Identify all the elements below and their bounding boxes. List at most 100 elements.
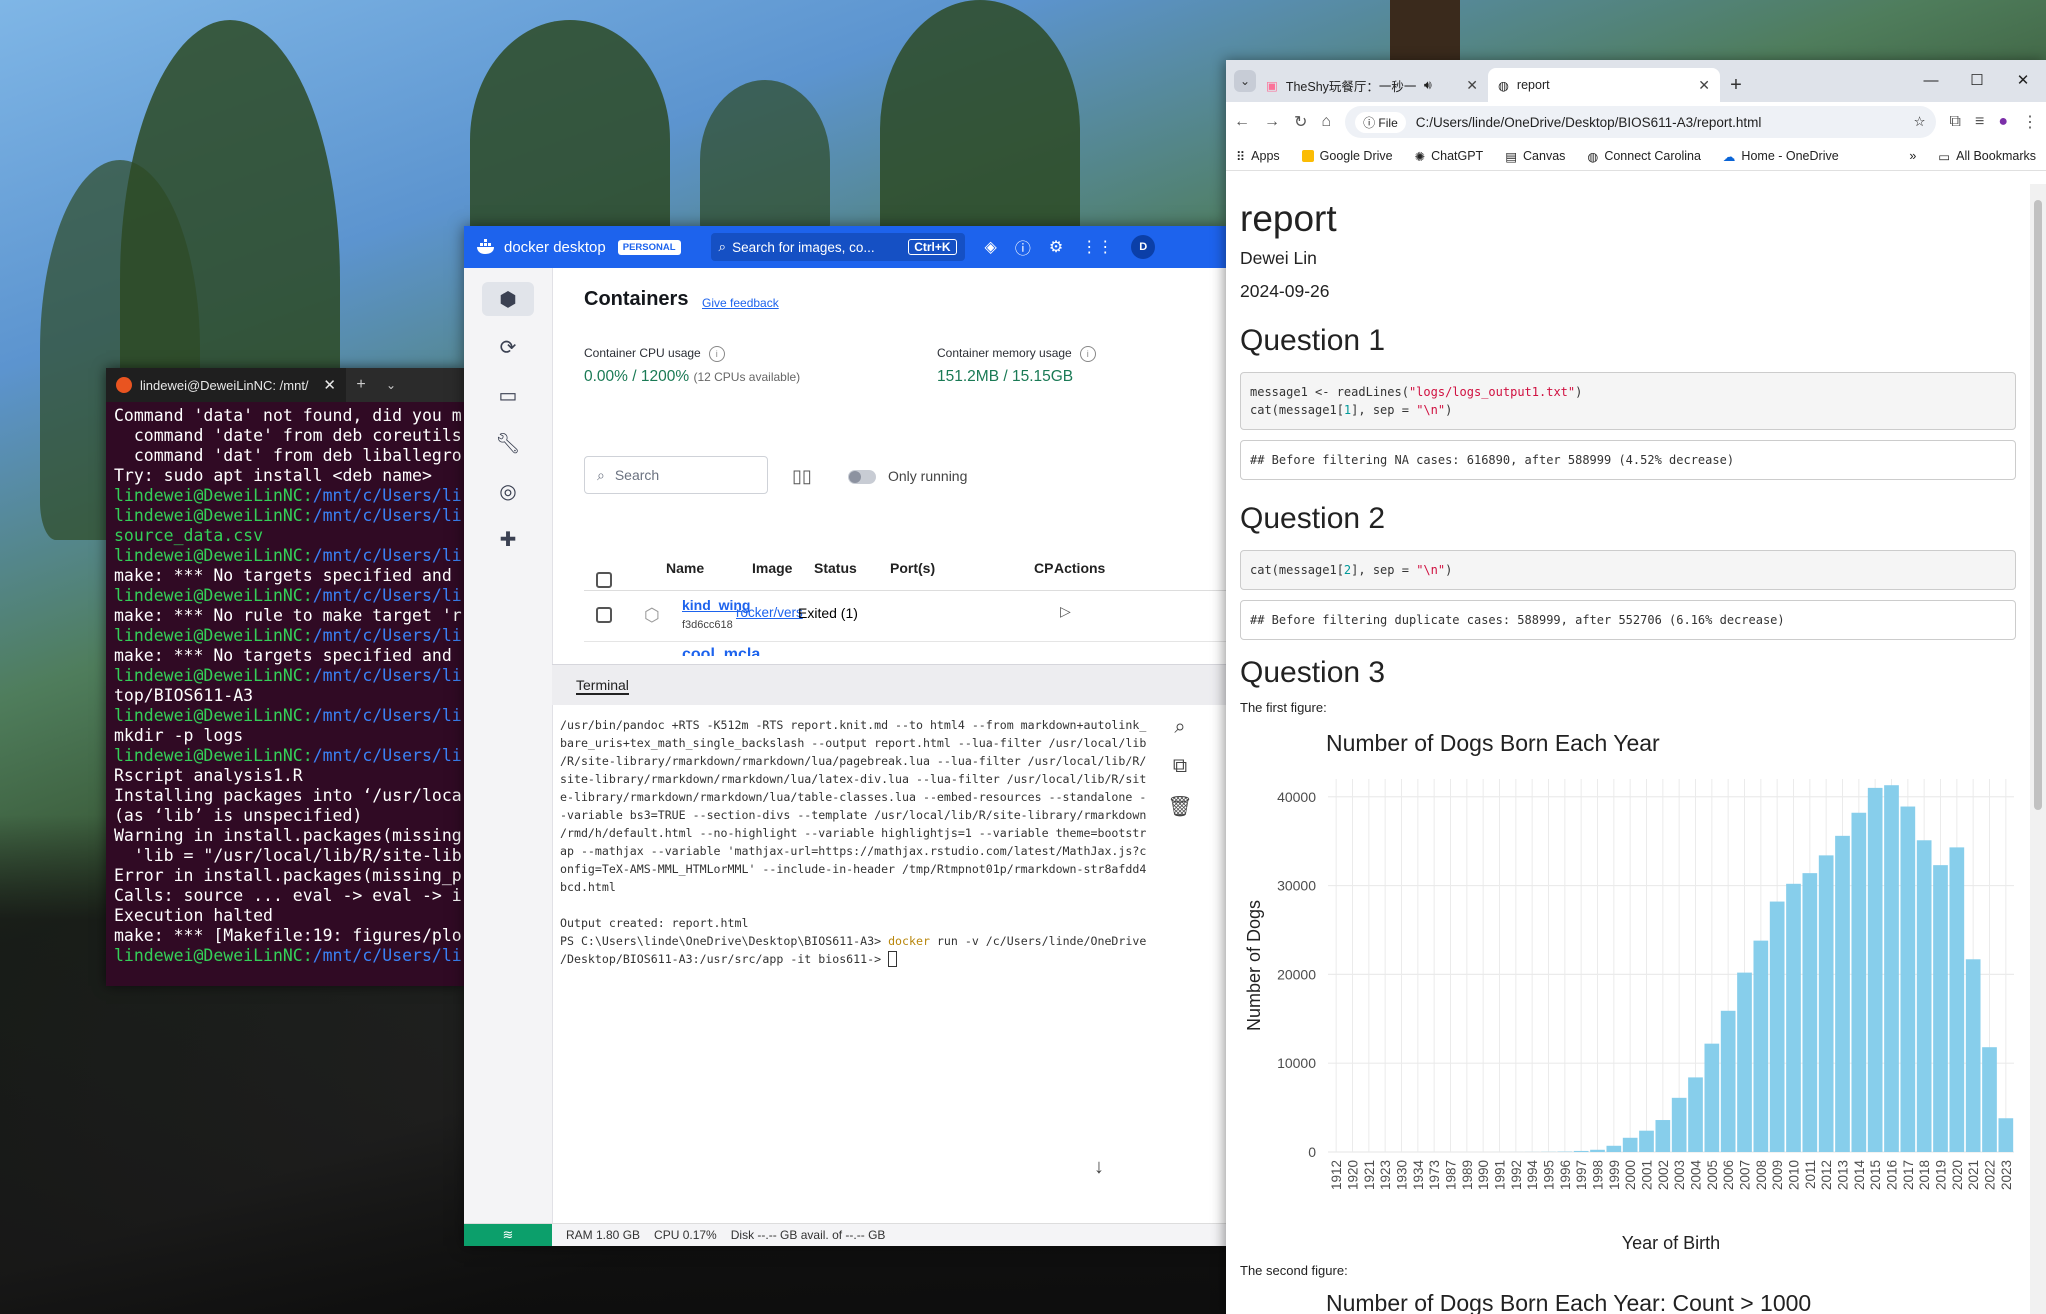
prompt-path: /mnt/c/Users/li <box>312 486 462 505</box>
images-icon[interactable]: ⟳ <box>482 330 534 364</box>
search-icon[interactable]: ⌕ <box>1174 716 1185 739</box>
tab-terminal[interactable]: Terminal <box>576 677 629 695</box>
close-icon[interactable]: ✕ <box>1698 77 1710 94</box>
give-feedback-link[interactable]: Give feedback <box>702 296 779 310</box>
bookmark-apps[interactable]: ⠿ Apps <box>1236 149 1280 164</box>
folder-icon: ▭ <box>1938 149 1951 164</box>
bar <box>1851 812 1867 1152</box>
scout-icon[interactable]: ◎ <box>482 474 534 508</box>
y-tick-label: 30000 <box>1277 878 1316 894</box>
x-tick-label: 2023 <box>1999 1160 2014 1190</box>
gear-icon[interactable]: ⚙ <box>1049 237 1063 257</box>
plan-badge: PERSONAL <box>617 239 681 255</box>
back-icon[interactable]: ← <box>1234 113 1250 131</box>
table-row[interactable]: ⬡ kind_wing f3d6cc618 rocker/vers Exited… <box>584 591 1226 642</box>
tab-report[interactable]: ◍ report ✕ <box>1488 68 1720 102</box>
learning-center-icon[interactable]: ◈ <box>985 237 997 257</box>
scrollbar-thumb[interactable] <box>2034 200 2042 810</box>
column-status[interactable]: Status <box>814 560 857 576</box>
chevron-down-icon[interactable]: ⌄ <box>376 378 406 392</box>
column-name[interactable]: Name <box>666 560 704 576</box>
close-icon[interactable]: ✕ <box>1466 77 1478 94</box>
question-3-heading: Question 3 <box>1240 656 1386 689</box>
bookmark-connect-carolina[interactable]: ◍ Connect Carolina <box>1587 149 1701 164</box>
bookmark-label: All Bookmarks <box>1956 149 2036 163</box>
docker-terminal-output[interactable]: /usr/bin/pandoc +RTS -K512m -RTS report.… <box>560 716 1152 968</box>
home-icon[interactable]: ⌂ <box>1321 113 1331 131</box>
column-cpu[interactable]: CP <box>1034 560 1053 576</box>
column-toggle-icon[interactable]: ▯▯ <box>792 466 812 487</box>
menu-icon[interactable]: ⋮ <box>2022 112 2038 132</box>
reload-icon[interactable]: ↻ <box>1294 112 1307 132</box>
info-icon[interactable]: i <box>708 346 725 362</box>
forward-icon[interactable]: → <box>1264 113 1280 131</box>
profile-icon[interactable]: ● <box>1998 113 2008 131</box>
container-search-input[interactable]: ⌕ Search <box>584 456 768 494</box>
terminal-tab-bar: lindewei@DeweiLinNC: /mnt/ ✕ + ⌄ <box>106 368 464 402</box>
chrome-toolbar: ← → ↻ ⌂ ⓘ File C:/Users/linde/OneDrive/D… <box>1226 102 2046 142</box>
url-text: C:/Users/linde/OneDrive/Desktop/BIOS611-… <box>1415 114 1762 130</box>
x-tick-label: 2012 <box>1819 1160 1834 1190</box>
bookmark-label: Home - OneDrive <box>1741 149 1839 163</box>
terminal-tab[interactable]: lindewei@DeweiLinNC: /mnt/ ✕ <box>106 368 346 402</box>
page-scrollbar[interactable] <box>2030 184 2046 1314</box>
terminal-line: Execution halted <box>114 906 273 925</box>
containers-icon[interactable]: ⬢ <box>482 282 534 316</box>
tab-bilibili[interactable]: ▣ TheShy玩餐厅：一秒一个 🔊︎ ✕ <box>1256 68 1488 102</box>
address-bar[interactable]: ⓘ File C:/Users/linde/OneDrive/Desktop/B… <box>1345 106 1936 138</box>
extensions-icon[interactable]: ⧉ <box>1950 113 1961 131</box>
engine-status-icon[interactable]: ≋ <box>464 1224 552 1246</box>
media-icon[interactable]: ≡ <box>1975 113 1984 131</box>
more-bookmarks-icon[interactable]: » <box>1909 149 1916 163</box>
new-tab-icon[interactable]: + <box>346 376 376 394</box>
x-tick-label: 1923 <box>1378 1160 1393 1190</box>
terminal-output[interactable]: Command 'data' not found, did you m comm… <box>106 402 464 970</box>
code-text: cat(message1[ <box>1250 403 1344 417</box>
play-icon[interactable]: ▷ <box>1060 603 1071 620</box>
row-checkbox[interactable] <box>596 607 612 626</box>
all-bookmarks-folder[interactable]: ▭ All Bookmarks <box>1938 149 2036 164</box>
terminal-line: lindewei@DeweiLinNC:/mnt/c/Users/li <box>114 486 462 506</box>
column-ports[interactable]: Port(s) <box>890 560 935 576</box>
help-icon[interactable]: ⓘ <box>1015 235 1031 259</box>
x-tick-label: 2013 <box>1836 1160 1851 1190</box>
grid-apps-icon[interactable]: ⋮⋮ <box>1081 237 1113 257</box>
maximize-icon[interactable]: ☐ <box>1954 60 2000 102</box>
bookmark-chatgpt[interactable]: ✺ ChatGPT <box>1415 149 1484 164</box>
global-search-input[interactable]: ⌕ Search for images, co... Ctrl+K <box>710 233 965 261</box>
container-image-link[interactable]: rocker/vers <box>736 605 803 620</box>
prompt-user: lindewei@DeweiLinNC: <box>114 746 313 765</box>
builds-icon[interactable]: 🔧︎ <box>482 426 534 460</box>
container-name-link[interactable]: cool_mcla <box>682 646 760 656</box>
close-icon[interactable]: ✕ <box>2000 60 2046 102</box>
figure-2-label: The second figure: <box>1240 1263 1348 1278</box>
site-info-chip[interactable]: ⓘ File <box>1355 111 1406 133</box>
close-icon[interactable]: ✕ <box>323 376 336 394</box>
extensions-icon[interactable]: ✚ <box>482 522 534 556</box>
bar <box>1786 883 1801 1152</box>
globe-icon: ◍ <box>1587 149 1599 164</box>
audio-icon[interactable]: 🔊︎ <box>1424 78 1432 93</box>
disk-status: Disk --.-- GB avail. of --.-- GB <box>730 1228 886 1242</box>
info-icon[interactable]: i <box>1079 346 1096 362</box>
column-image[interactable]: Image <box>752 560 792 576</box>
bookmark-google-drive[interactable]: Google Drive <box>1301 149 1393 163</box>
tab-search-icon[interactable]: ⌄ <box>1234 70 1256 92</box>
only-running-toggle[interactable] <box>848 470 876 484</box>
copy-icon[interactable]: ⧉ <box>1173 755 1187 778</box>
star-icon[interactable]: ☆ <box>1913 114 1925 130</box>
trash-icon[interactable]: 🗑︎ <box>1167 794 1192 819</box>
only-running-label: Only running <box>888 468 968 484</box>
bookmark-canvas[interactable]: ▤ Canvas <box>1505 149 1565 164</box>
volumes-icon[interactable]: ▭ <box>482 378 534 412</box>
bookmark-onedrive[interactable]: ☁ Home - OneDrive <box>1723 149 1839 164</box>
window-controls: — ☐ ✕ <box>1908 60 2046 102</box>
minimize-icon[interactable]: — <box>1908 60 1954 102</box>
terminal-line: Calls: source ... eval -> eval -> i <box>114 886 462 905</box>
bar <box>1949 847 1965 1152</box>
avatar[interactable]: D <box>1131 235 1156 259</box>
new-tab-icon[interactable]: + <box>1720 68 1752 102</box>
wallpaper-tree <box>880 0 1080 260</box>
scroll-down-icon[interactable]: ↓ <box>1094 1156 1104 1179</box>
docker-whale-icon <box>477 239 494 254</box>
